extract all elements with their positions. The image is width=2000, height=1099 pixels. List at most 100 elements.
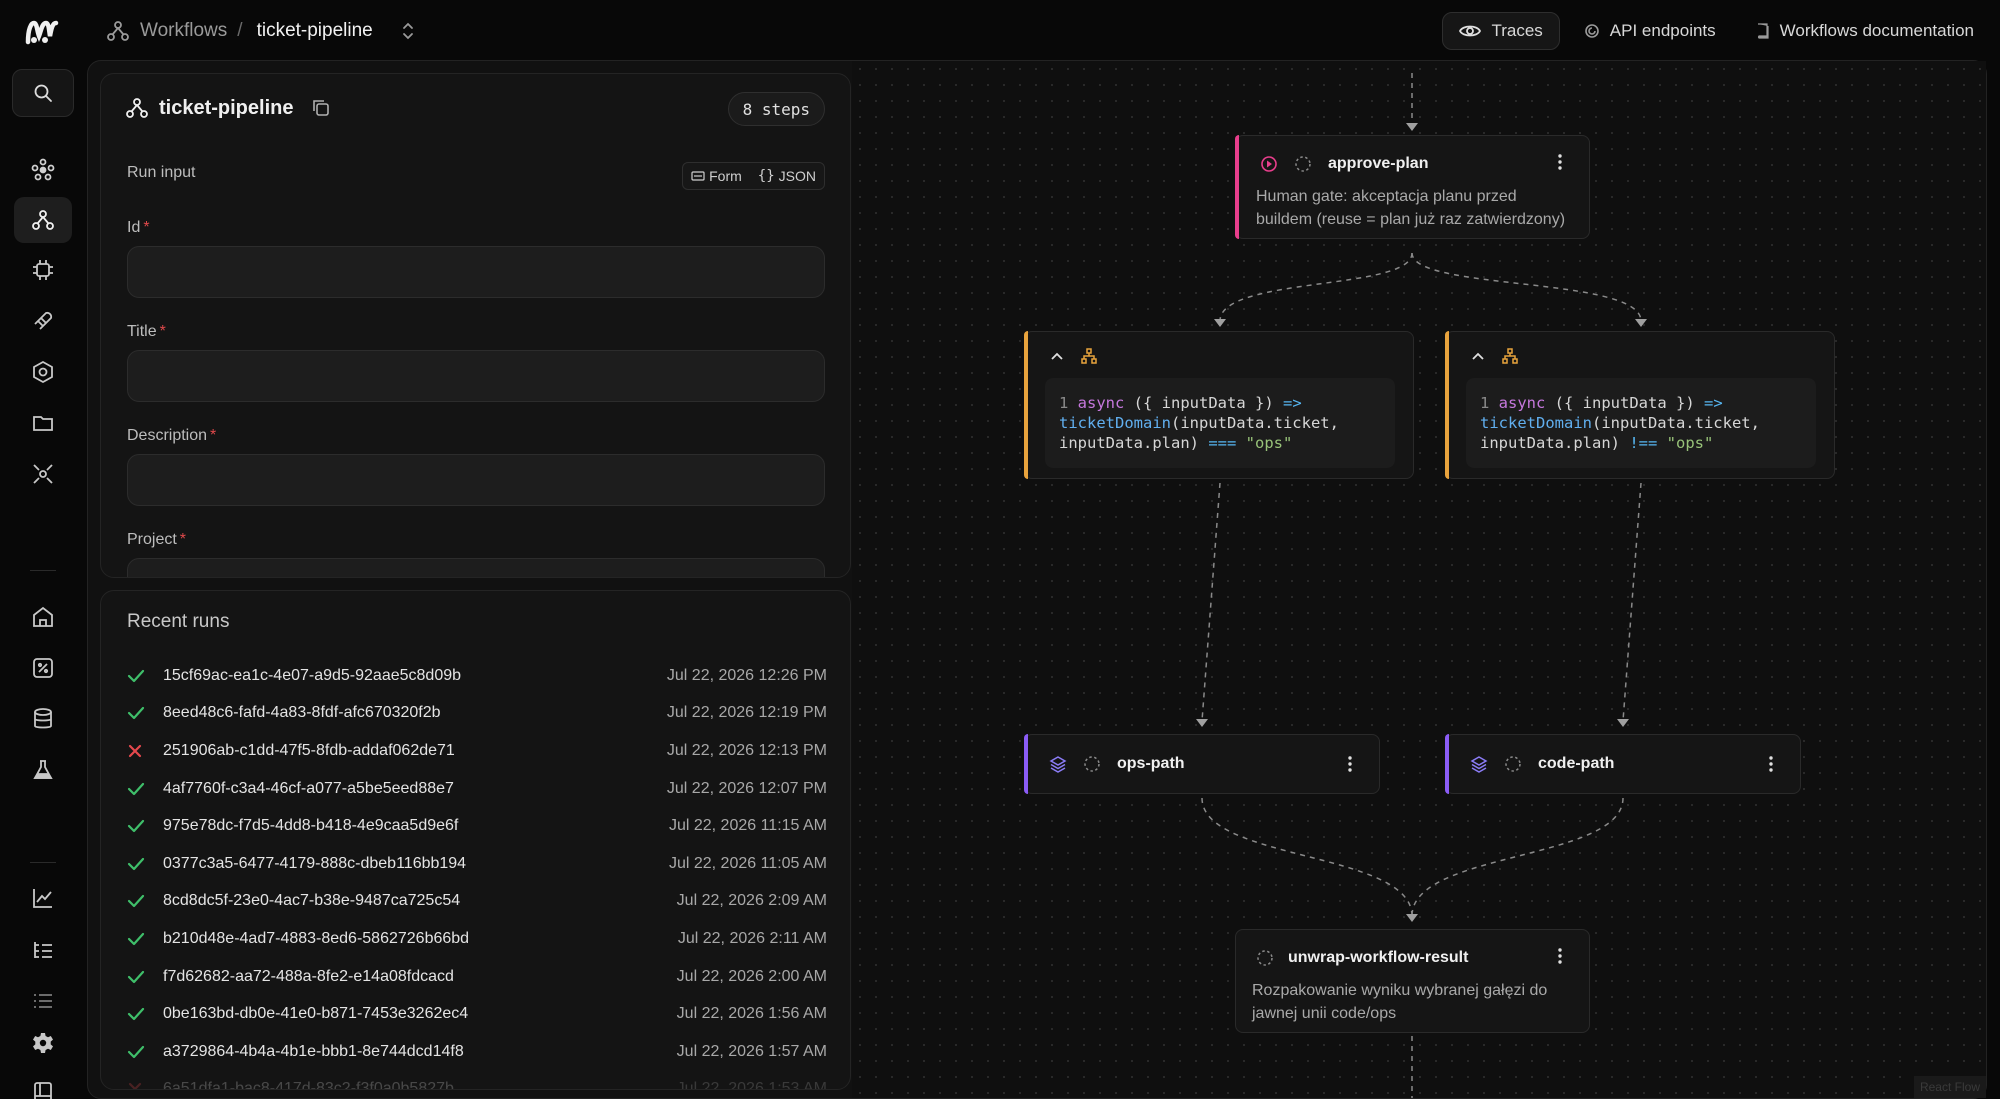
api-endpoints-label: API endpoints xyxy=(1609,21,1716,40)
status-pending-icon xyxy=(1505,756,1521,772)
run-date: Jul 22, 2026 2:09 AM xyxy=(676,892,827,910)
input-mode-toggle: Form {} JSON xyxy=(682,162,825,190)
sidebar-item-mcp[interactable] xyxy=(14,349,72,395)
mastra-logo-icon[interactable] xyxy=(25,19,59,45)
edge-approve-to-code-branch xyxy=(1411,252,1642,322)
code-token: !== xyxy=(1629,434,1658,452)
title-label-text: Title xyxy=(127,323,157,340)
code-token: inputData.plan) xyxy=(1059,434,1209,452)
chevron-up-down-icon[interactable] xyxy=(399,20,417,42)
check-icon xyxy=(127,782,163,796)
chevron-up-icon[interactable] xyxy=(1471,351,1485,361)
chevron-up-icon[interactable] xyxy=(1050,351,1064,361)
breadcrumb-current-workflow[interactable]: ticket-pipeline xyxy=(257,20,373,42)
sidebar-item-database[interactable] xyxy=(14,696,72,742)
run-row[interactable]: a3729864-4b4a-4b1e-bbb1-8e744dcd14f8 Jul … xyxy=(127,1033,827,1071)
node-header: ops-path xyxy=(1025,735,1379,793)
description-line: buildem (reuse = plan już raz zatwierdzo… xyxy=(1256,211,1566,228)
gear-icon xyxy=(33,1033,53,1053)
required-mark: * xyxy=(179,531,187,548)
node-approve-plan[interactable]: approve-plan Human gate: akceptacja plan… xyxy=(1235,135,1590,239)
run-row[interactable]: 0377c3a5-6477-4179-888c-dbeb116bb194 Jul … xyxy=(127,845,827,883)
search-button[interactable] xyxy=(12,69,74,117)
form-icon xyxy=(691,171,705,181)
node-title: unwrap-workflow-result xyxy=(1288,949,1469,966)
sidebar-item-percent[interactable] xyxy=(14,645,72,691)
breadcrumb-separator: / xyxy=(237,20,243,41)
code-token: (inputData.ticket, xyxy=(1170,414,1339,432)
node-branch-condition-code[interactable]: 1 async ({ inputData }) => ticketDomain(… xyxy=(1445,331,1835,479)
run-row[interactable]: 15cf69ac-ea1c-4e07-a9d5-92aae5c8d09b Jul … xyxy=(127,657,827,695)
node-unwrap-workflow-result[interactable]: unwrap-workflow-result Rozpakowanie wyni… xyxy=(1235,929,1590,1033)
id-field[interactable] xyxy=(127,246,825,298)
check-icon xyxy=(127,1045,163,1059)
sidebar-item-agents[interactable] xyxy=(14,147,72,193)
sidebar-item-docs[interactable] xyxy=(14,1069,72,1099)
sidebar-item-settings[interactable] xyxy=(14,1020,72,1066)
arrow-code-path xyxy=(1617,719,1629,727)
project-label-text: Project xyxy=(127,531,177,548)
header-actions: Traces API endpoints Workflows documenta… xyxy=(1442,0,2000,62)
sidebar-item-files[interactable] xyxy=(14,400,72,446)
run-row[interactable]: 975e78dc-f7d5-4dd8-b418-4e9caa5d9e6f Jul … xyxy=(127,807,827,845)
run-row[interactable]: 8eed48c6-fafd-4a83-8fdf-afc670320f2b Jul … xyxy=(127,695,827,733)
run-row[interactable]: 6a51dfa1-bac8-417d-83c2-f3f0a0b5827b Jul … xyxy=(127,1071,827,1090)
code-token: (inputData.ticket, xyxy=(1591,414,1760,432)
sidebar-item-tools[interactable] xyxy=(14,298,72,344)
breadcrumb: Workflows / ticket-pipeline xyxy=(106,0,417,62)
json-mode-label: JSON xyxy=(778,168,816,184)
docs-label: Workflows documentation xyxy=(1779,21,1974,40)
run-row[interactable]: 0be163bd-db0e-41e0-b871-7453e3262ec4 Jul … xyxy=(127,995,827,1033)
run-date: Jul 22, 2026 1:53 AM xyxy=(676,1080,827,1090)
api-endpoints-link[interactable]: API endpoints xyxy=(1570,12,1730,50)
code-token: => xyxy=(1282,394,1302,412)
form-mode-button[interactable]: Form xyxy=(683,163,750,189)
sidebar-item-processors[interactable] xyxy=(14,247,72,293)
more-vertical-icon[interactable] xyxy=(1768,756,1774,772)
node-ops-path[interactable]: ops-path xyxy=(1024,734,1380,794)
sidebar-item-metrics[interactable] xyxy=(14,875,72,921)
run-row[interactable]: 4af7760f-c3a4-46cf-a077-a5be5eed88e7 Jul … xyxy=(127,770,827,808)
more-vertical-icon[interactable] xyxy=(1557,948,1563,964)
run-date: Jul 22, 2026 12:19 PM xyxy=(666,704,827,722)
more-vertical-icon[interactable] xyxy=(1557,154,1563,170)
processors-icon xyxy=(33,260,53,280)
api-icon xyxy=(1584,24,1599,38)
check-icon xyxy=(127,970,163,984)
sidebar-item-experiments[interactable] xyxy=(14,747,72,793)
arrow-ops-branch xyxy=(1214,319,1226,327)
json-mode-button[interactable]: {} JSON xyxy=(750,163,824,189)
sidebar-item-list[interactable] xyxy=(14,978,72,1024)
sidebar-item-logs[interactable] xyxy=(14,927,72,973)
check-icon xyxy=(127,706,163,720)
copy-icon[interactable] xyxy=(311,98,331,118)
traces-button[interactable]: Traces xyxy=(1442,12,1560,50)
run-row[interactable]: 8cd8dc5f-23e0-4ac7-b38e-9487ca725c54 Jul … xyxy=(127,883,827,921)
sidebar-item-scorers[interactable] xyxy=(14,451,72,497)
description-line: Rozpakowanie wyniku wybranej gałęzi do xyxy=(1252,982,1548,999)
run-row[interactable]: 251906ab-c1dd-47f5-8fdb-addaf062de71 Jul … xyxy=(127,732,827,770)
run-row[interactable]: b210d48e-4ad7-4883-8ed6-5862726b66bd Jul … xyxy=(127,920,827,958)
run-input-panel: ticket-pipeline 8 steps Run input Form {… xyxy=(100,73,851,578)
check-icon xyxy=(127,932,163,946)
workflow-graph-canvas[interactable]: approve-plan Human gate: akceptacja plan… xyxy=(852,61,1986,1098)
sidebar-item-workflows[interactable] xyxy=(14,197,72,243)
folder-icon xyxy=(33,416,53,431)
description-field[interactable] xyxy=(127,454,825,506)
edge-code-branch-to-code-path xyxy=(1622,482,1642,722)
code-token: === xyxy=(1208,434,1237,452)
more-vertical-icon[interactable] xyxy=(1347,756,1353,772)
run-date: Jul 22, 2026 12:07 PM xyxy=(666,779,827,797)
workflows-documentation-link[interactable]: Workflows documentation xyxy=(1742,12,1988,50)
run-row[interactable]: f7d62682-aa72-488a-8fe2-e14a08fdcacd Jul … xyxy=(127,958,827,996)
breadcrumb-workflows-link[interactable]: Workflows xyxy=(140,20,227,42)
react-flow-attribution[interactable]: React Flow xyxy=(1913,1076,1986,1098)
project-field[interactable] xyxy=(127,558,825,577)
sidebar-item-home[interactable] xyxy=(14,594,72,640)
id-field-label: Id * xyxy=(127,219,150,237)
title-field[interactable] xyxy=(127,350,825,402)
percent-icon xyxy=(33,658,53,678)
node-code-path[interactable]: code-path xyxy=(1445,734,1801,794)
play-circle-icon[interactable] xyxy=(1260,155,1278,173)
node-branch-condition-ops[interactable]: 1 async ({ inputData }) => ticketDomain(… xyxy=(1024,331,1414,479)
